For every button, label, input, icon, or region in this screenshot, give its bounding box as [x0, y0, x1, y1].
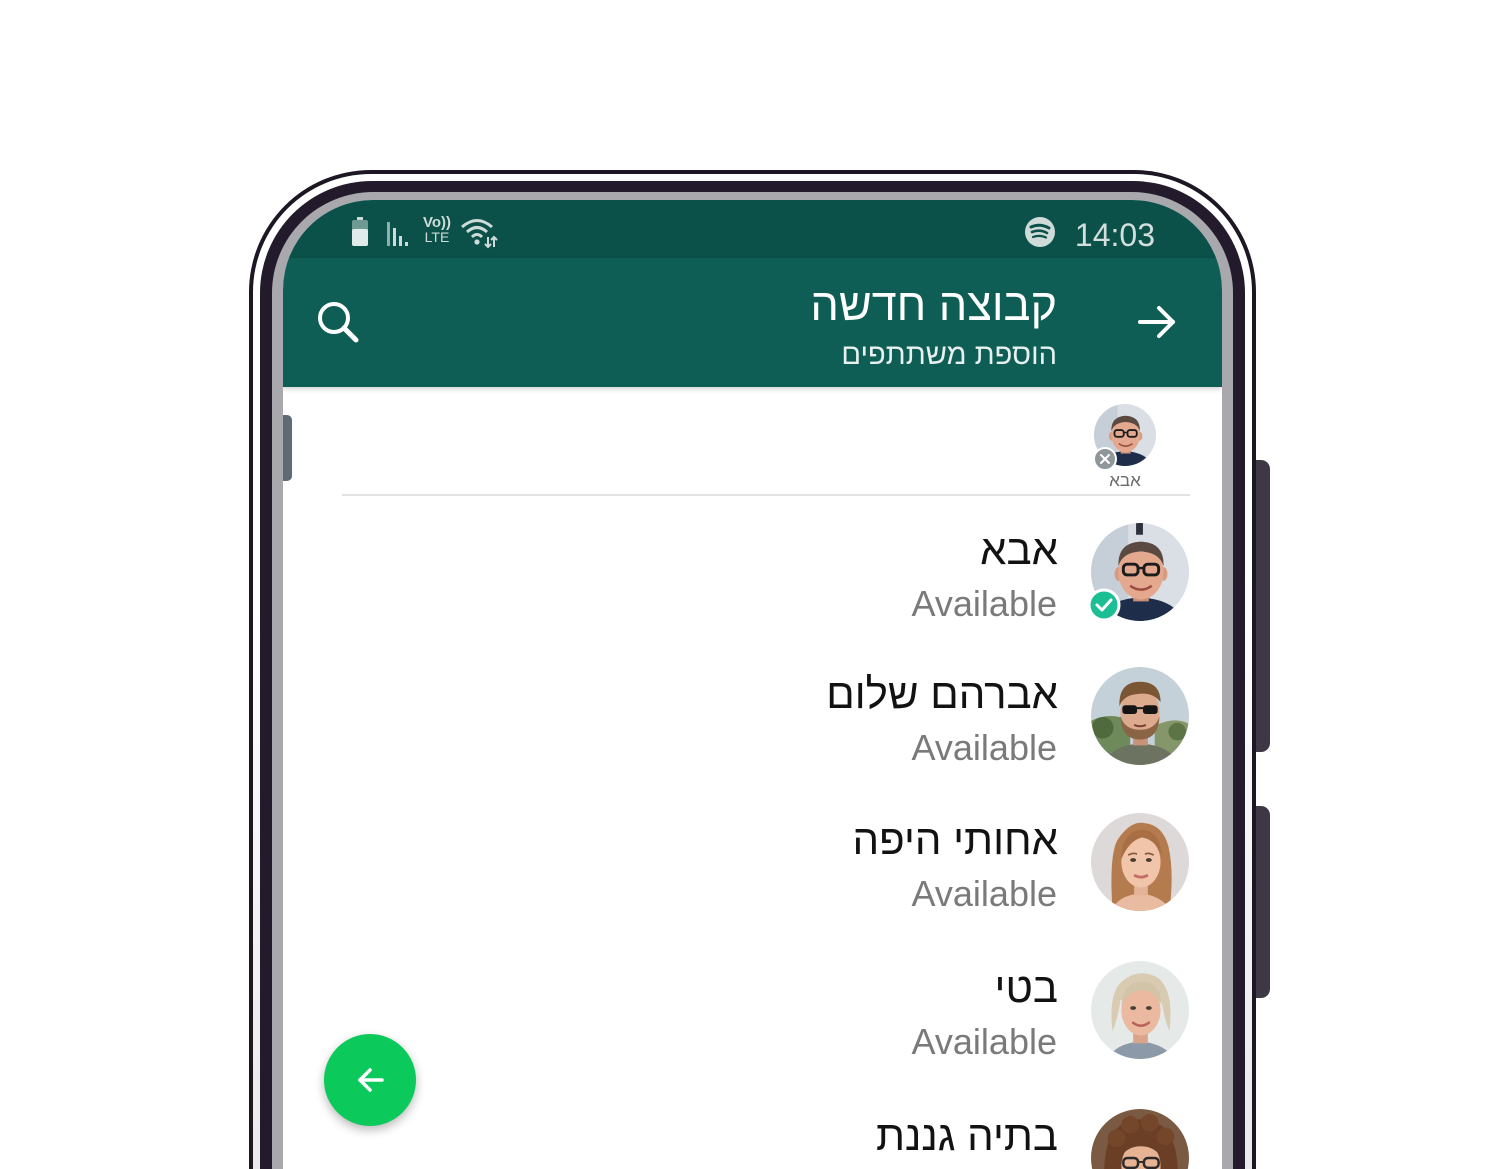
signal-icon: [387, 220, 413, 251]
avatar: [1091, 667, 1189, 770]
spotify-icon: [1025, 217, 1055, 252]
contact-row[interactable]: בתיה גננת: [283, 1109, 1222, 1169]
avatar: [1091, 1109, 1189, 1169]
contact-row[interactable]: בטי Available: [283, 961, 1222, 1062]
app-bar: קבוצה חדשה הוספת משתתפים: [283, 258, 1222, 387]
contact-name: אברהם שלום: [826, 670, 1058, 717]
wifi-icon: [460, 217, 498, 254]
arrow-left-icon: [352, 1062, 388, 1098]
contact-name: אבא: [980, 526, 1058, 573]
next-button[interactable]: [324, 1034, 416, 1126]
check-icon: [1087, 588, 1121, 627]
status-time: 14:03: [1074, 217, 1155, 253]
contact-row[interactable]: אבא Available: [283, 523, 1222, 624]
avatar: [1091, 961, 1189, 1064]
contact-name: בתיה גננת: [876, 1112, 1058, 1159]
arrow-right-icon[interactable]: [1135, 300, 1179, 349]
search-icon[interactable]: [314, 298, 362, 351]
status-bar: Vo)) LTE 14:03: [283, 200, 1222, 258]
battery-icon: [350, 217, 370, 252]
contact-status: Available: [911, 583, 1057, 624]
page-subtitle: הוספת משתתפים: [841, 339, 1057, 371]
contact-name: אחותי היפה: [852, 816, 1058, 863]
chip-label: אבא: [1109, 471, 1141, 490]
contact-status: Available: [911, 873, 1057, 914]
scrollbar[interactable]: [283, 415, 292, 481]
lte-label: LTE: [424, 229, 450, 245]
avatar: [1091, 813, 1189, 916]
divider: [342, 494, 1190, 496]
contact-name: בטי: [994, 964, 1058, 1011]
volte-label: Vo)): [422, 214, 452, 231]
contact-status: Available: [911, 1021, 1057, 1062]
phone-screen: Vo)) LTE 14:03 קבוצה חדשה הוספת משתתפים …: [283, 200, 1222, 1169]
volte-icon: Vo)) LTE: [420, 215, 454, 245]
contact-row[interactable]: אברהם שלום Available: [283, 667, 1222, 768]
contact-status: Available: [911, 727, 1057, 768]
contact-row[interactable]: אחותי היפה Available: [283, 813, 1222, 914]
page-title: קבוצה חדשה: [810, 279, 1057, 330]
